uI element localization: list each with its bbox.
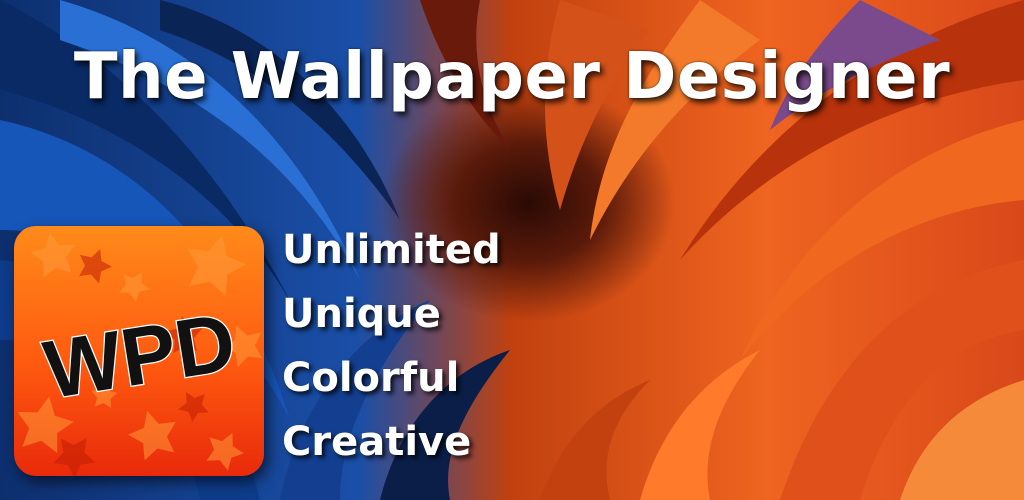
tagline-item: Unlimited — [282, 227, 501, 273]
app-icon: WPD — [14, 226, 264, 476]
tagline-item: Unique — [282, 291, 441, 337]
banner: The Wallpaper Designer WPD Unlimited Uni… — [0, 0, 1024, 500]
star-pattern-icon: WPD — [14, 226, 264, 476]
tagline-item: Creative — [282, 419, 472, 465]
tagline-list: Unlimited Unique Colorful Creative — [282, 222, 501, 478]
tagline-item: Colorful — [282, 355, 460, 401]
banner-title: The Wallpaper Designer — [73, 40, 951, 114]
